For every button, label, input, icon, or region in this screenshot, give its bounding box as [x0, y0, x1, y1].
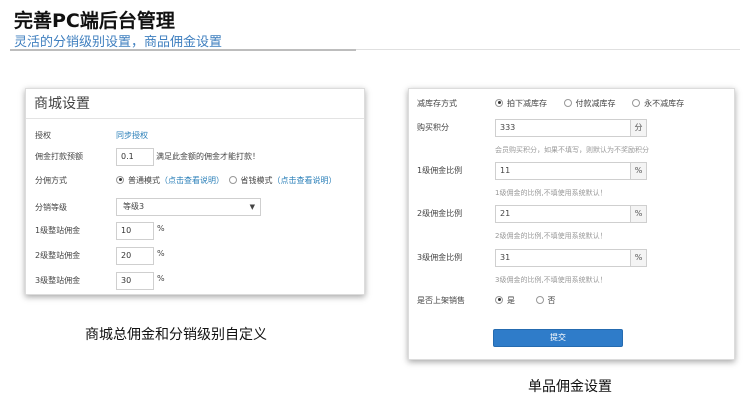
stock-never-label: 永不减库存 — [644, 99, 685, 108]
normal-mode-radio[interactable] — [116, 175, 124, 184]
level2-commission-unit: % — [157, 249, 165, 258]
on-sale-options: 是 否 — [495, 295, 556, 306]
on-sale-label: 是否上架销售 — [417, 296, 465, 305]
sync-authorization-link[interactable]: 同步授权 — [116, 130, 148, 141]
stock-mode-options: 拍下减库存 付款减库存 永不减库存 — [495, 98, 684, 109]
level2-commission-label: 2级整站佣金 — [35, 251, 81, 260]
slide-title: 完善PC端后台管理 — [14, 10, 175, 32]
saving-mode-help-link[interactable]: （点击查看说明） — [273, 176, 337, 185]
level2-ratio-hint: 2级佣金的比例,不填使用系统默认！ — [495, 232, 607, 240]
level1-ratio-label: 1级佣金比例 — [417, 166, 463, 175]
stock-on-order-radio[interactable] — [495, 98, 503, 107]
left-caption: 商城总佣金和分销级别自定义 — [85, 327, 267, 343]
normal-mode-help-link[interactable]: （点击查看说明） — [160, 176, 224, 185]
right-caption: 单品佣金设置 — [528, 379, 612, 395]
level2-commission-input[interactable]: 20 — [116, 247, 154, 265]
on-sale-yes-label: 是 — [507, 296, 515, 305]
level3-commission-label: 3级整站佣金 — [35, 276, 81, 285]
points-label: 购买积分 — [417, 123, 449, 132]
distribution-level-select[interactable]: 等级3 ▼ — [116, 198, 261, 216]
level3-commission-input[interactable]: 30 — [116, 272, 154, 290]
on-sale-no-radio[interactable] — [535, 295, 544, 304]
commission-threshold-note: 满足此金额的佣金才能打款！ — [156, 152, 260, 161]
points-unit: 分 — [631, 119, 647, 137]
commission-threshold-input[interactable]: 0.1 — [116, 148, 154, 166]
stock-never-radio[interactable] — [632, 98, 641, 107]
chevron-down-icon: ▼ — [249, 203, 255, 211]
stock-mode-label: 减库存方式 — [417, 99, 457, 108]
product-commission-panel: 减库存方式 拍下减库存 付款减库存 永不减库存 购买积分 333 分 会员购买积… — [408, 88, 735, 360]
points-input[interactable]: 333 — [495, 119, 631, 137]
slide-subtitle: 灵活的分销级别设置，商品佣金设置 — [14, 35, 223, 50]
saving-mode-label: 省钱模式 — [240, 176, 273, 185]
distribution-level-value: 等级3 — [123, 202, 145, 211]
distribution-level-label: 分销等级 — [35, 203, 67, 212]
distribution-mode-options: 普通模式（点击查看说明） 省钱模式（点击查看说明） — [116, 175, 337, 186]
stock-on-order-label: 拍下减库存 — [507, 99, 547, 108]
panel-title: 商城设置 — [34, 96, 90, 112]
title-divider — [10, 49, 356, 51]
stock-on-payment-radio[interactable] — [563, 98, 572, 107]
level1-ratio-hint: 1级佣金的比例,不填使用系统默认！ — [495, 189, 607, 197]
commission-threshold-label: 佣金打款预额 — [35, 152, 83, 161]
title-divider-light — [356, 49, 740, 50]
saving-mode-radio[interactable] — [228, 175, 237, 184]
mall-settings-panel: 商城设置 授权 同步授权 佣金打款预额 0.1 满足此金额的佣金才能打款！ 分佣… — [25, 88, 365, 295]
level1-ratio-unit: % — [631, 162, 647, 180]
level3-ratio-input[interactable]: 31 — [495, 249, 631, 267]
normal-mode-label: 普通模式 — [128, 176, 160, 185]
points-hint: 会员购买积分，如果不填写，则默认为不奖励积分 — [495, 146, 649, 154]
level2-ratio-input[interactable]: 21 — [495, 205, 631, 223]
level1-commission-unit: % — [157, 224, 165, 233]
authorization-label: 授权 — [35, 131, 51, 140]
stock-on-payment-label: 付款减库存 — [575, 99, 616, 108]
level2-ratio-unit: % — [631, 205, 647, 223]
level3-ratio-hint: 3级佣金的比例,不填使用系统默认！ — [495, 276, 607, 284]
level1-commission-input[interactable]: 10 — [116, 222, 154, 240]
level3-commission-unit: % — [157, 274, 165, 283]
level3-ratio-label: 3级佣金比例 — [417, 253, 463, 262]
level3-ratio-unit: % — [631, 249, 647, 267]
submit-button[interactable]: 提交 — [493, 329, 623, 347]
level1-commission-label: 1级整站佣金 — [35, 226, 81, 235]
level1-ratio-input[interactable]: 11 — [495, 162, 631, 180]
distribution-mode-label: 分佣方式 — [35, 176, 67, 185]
level2-ratio-label: 2级佣金比例 — [417, 209, 463, 218]
on-sale-yes-radio[interactable] — [495, 295, 503, 304]
on-sale-no-label: 否 — [547, 296, 556, 305]
panel-header: 商城设置 — [26, 89, 364, 119]
